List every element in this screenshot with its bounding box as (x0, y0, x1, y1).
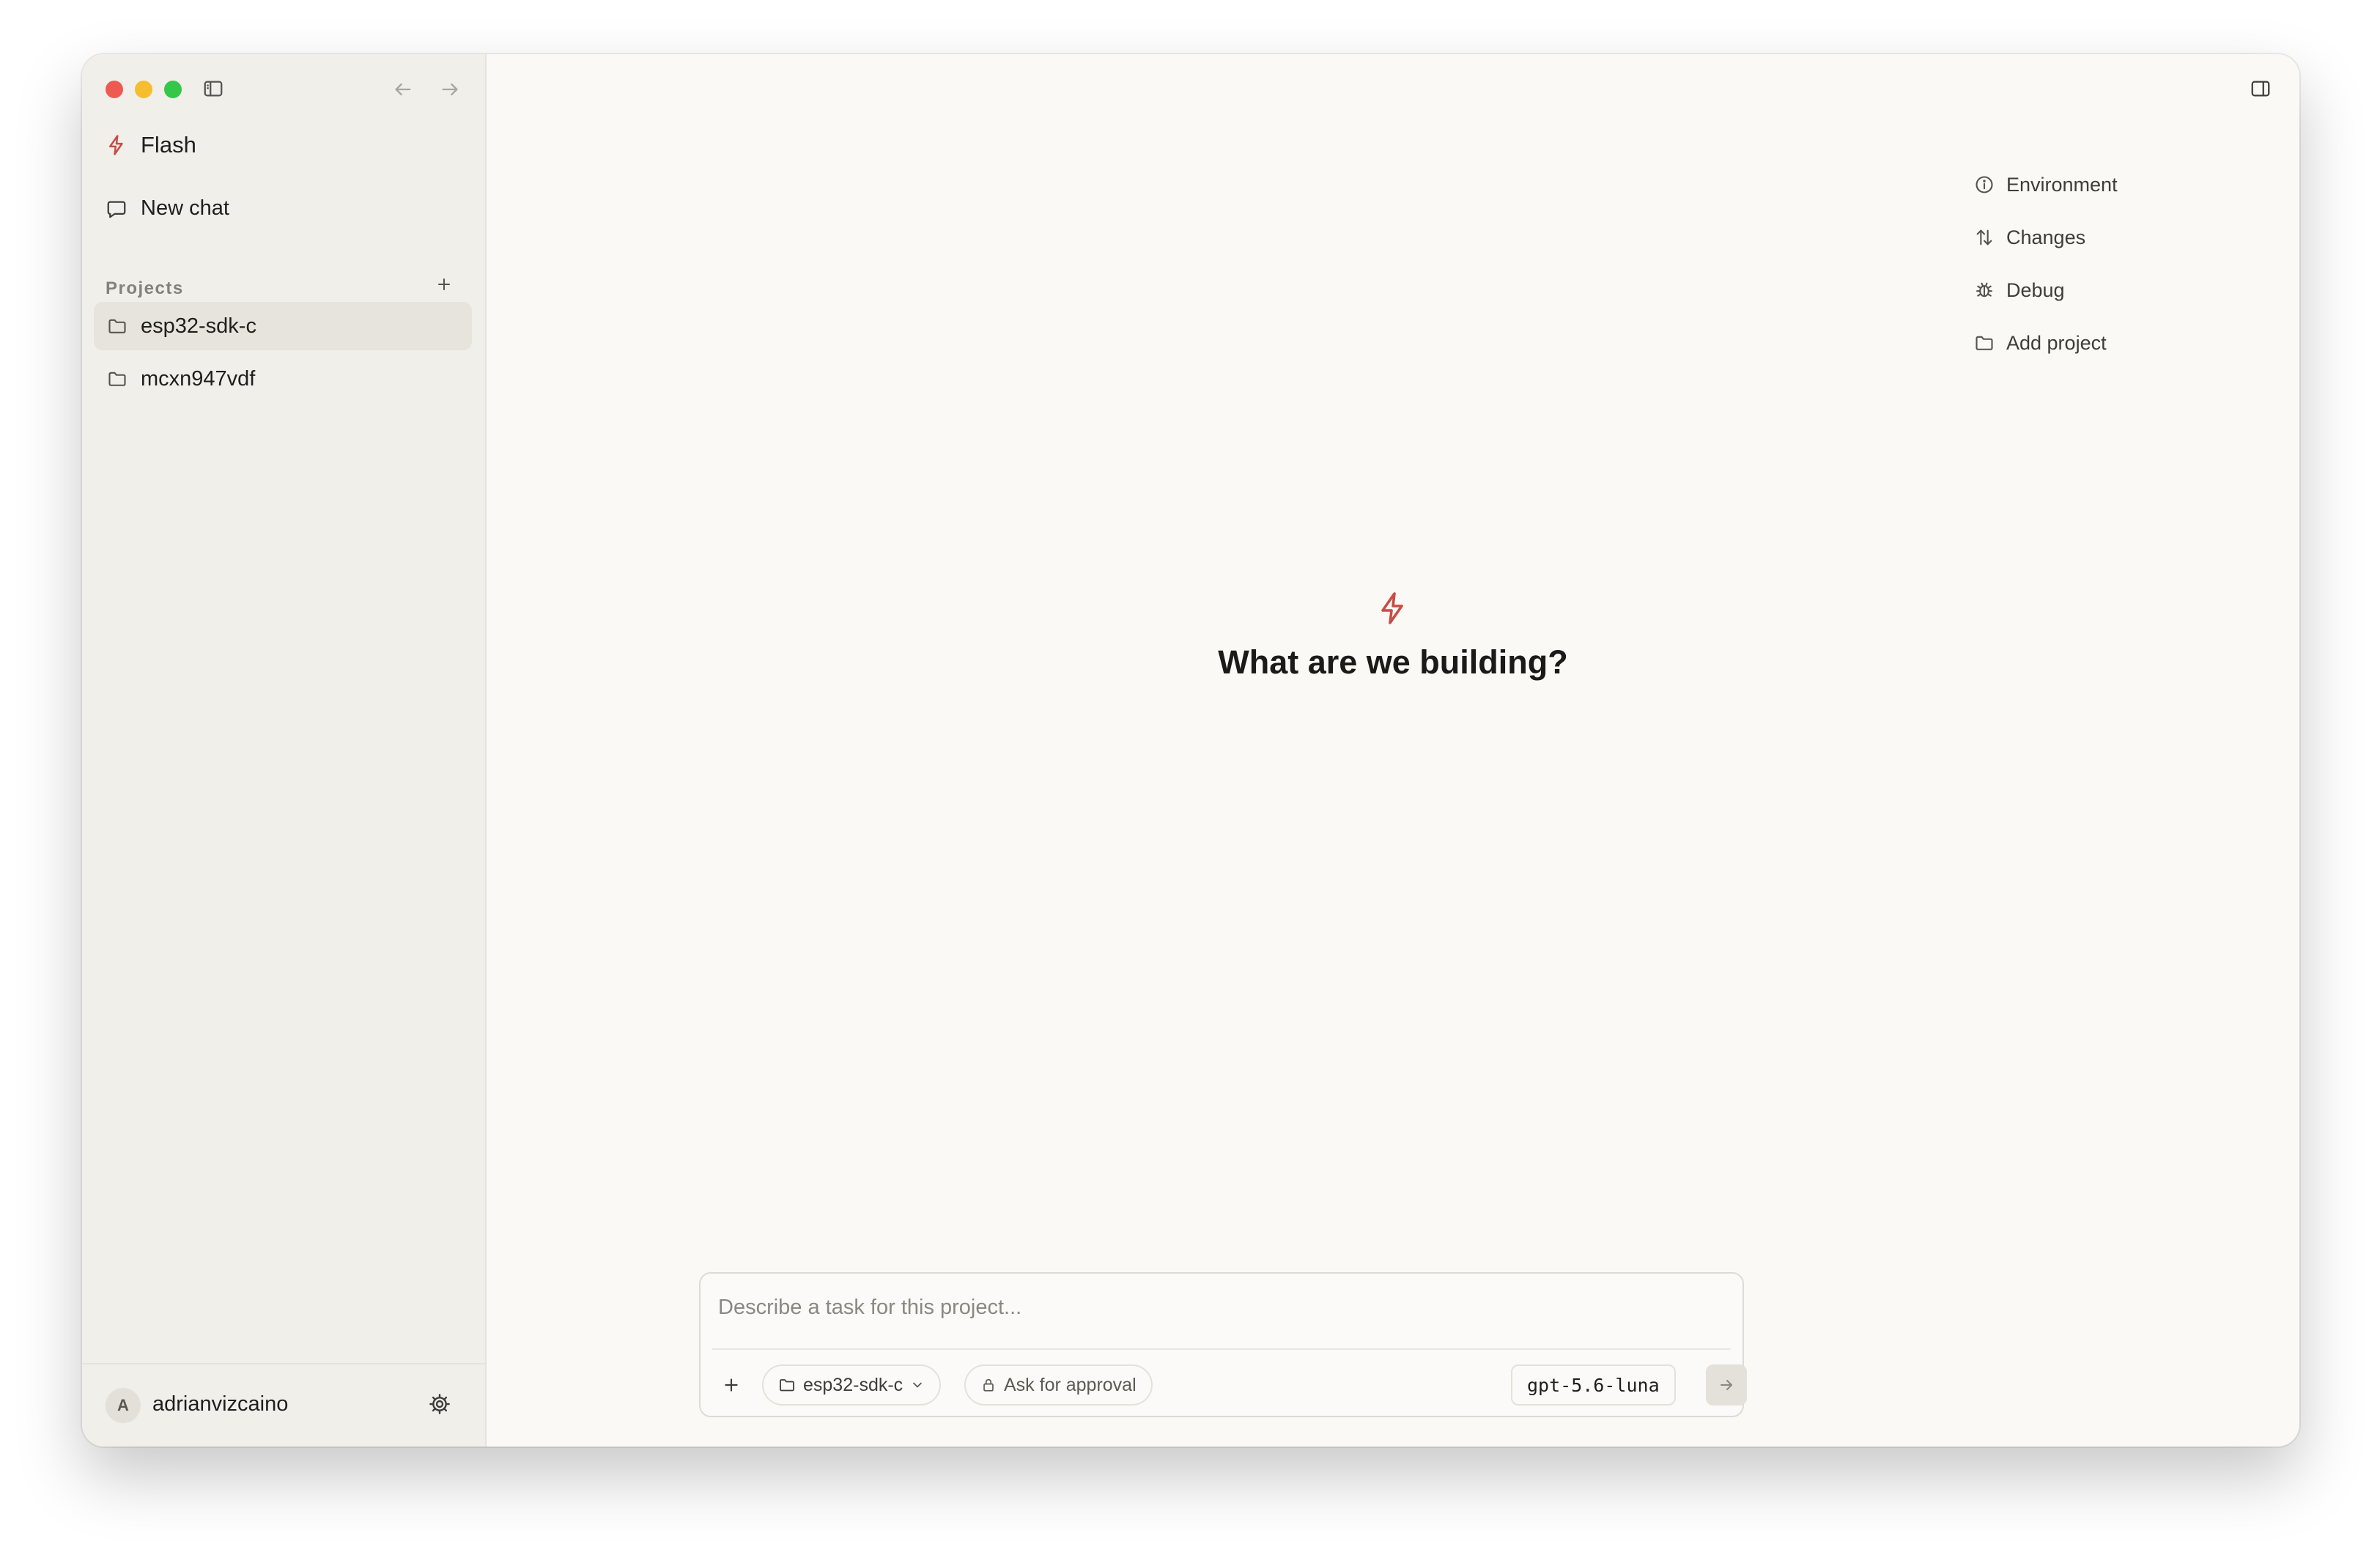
chevron-down-icon (910, 1378, 925, 1392)
changes-item[interactable]: Changes (1974, 211, 2118, 264)
sidebar-project-esp32-sdk-c[interactable]: esp32-sdk-c (94, 302, 472, 350)
page-title: What are we building? (1218, 643, 1568, 681)
app-window: Flash New chat Projects esp32-sdk-c mcxn… (82, 54, 2299, 1447)
project-select[interactable]: esp32-sdk-c (762, 1364, 942, 1406)
folder-icon (778, 1376, 796, 1394)
context-menu: Environment Changes Debug Add project (1974, 158, 2118, 369)
app-name: Flash (141, 132, 196, 158)
gear-icon[interactable] (428, 1392, 451, 1416)
info-icon (1974, 174, 1995, 195)
close-window-button[interactable] (106, 81, 123, 98)
send-button[interactable] (1706, 1364, 1747, 1406)
bug-icon (1974, 280, 1995, 300)
lightning-bolt-icon (1375, 589, 1411, 627)
folder-icon (1974, 333, 1995, 353)
chat-bubble-icon (106, 198, 128, 220)
forward-arrow-icon[interactable] (440, 79, 460, 100)
approval-label: Ask for approval (1004, 1374, 1137, 1395)
environment-label: Environment (2006, 173, 2118, 196)
username[interactable]: adrianvizcaino (152, 1392, 288, 1417)
new-chat-button[interactable]: New chat (106, 196, 229, 221)
sidebar-footer: A adrianvizcaino (82, 1363, 485, 1447)
new-chat-label: New chat (141, 196, 229, 220)
right-panel-toggle-icon[interactable] (2250, 78, 2272, 100)
hero: What are we building? (487, 589, 2299, 682)
app-brand[interactable]: Flash (106, 132, 196, 158)
composer-divider (712, 1348, 1731, 1350)
approval-mode-toggle[interactable]: Ask for approval (964, 1364, 1153, 1406)
folder-icon (107, 316, 128, 336)
changes-label: Changes (2006, 226, 2086, 248)
sidebar-toggle-icon[interactable] (202, 78, 224, 100)
project-name: mcxn947vdf (141, 366, 256, 391)
add-project-label: Add project (2006, 331, 2107, 354)
composer: esp32-sdk-c Ask for approval gpt-5.6-lun… (699, 1272, 1747, 1417)
sidebar-project-mcxn947vdf[interactable]: mcxn947vdf (94, 355, 472, 403)
lock-icon (980, 1377, 997, 1393)
add-project-item[interactable]: Add project (1974, 317, 2118, 369)
back-arrow-icon[interactable] (393, 79, 413, 100)
avatar[interactable]: A (106, 1388, 141, 1423)
model-select[interactable]: gpt-5.6-luna (1511, 1364, 1676, 1406)
zoom-window-button[interactable] (164, 81, 182, 98)
project-select-label: esp32-sdk-c (803, 1374, 903, 1395)
debug-item[interactable]: Debug (1974, 264, 2118, 317)
lightning-bolt-icon (106, 133, 128, 157)
main-area: Environment Changes Debug Add project Wh… (487, 54, 2299, 1447)
arrows-up-down-icon (1974, 227, 1995, 248)
debug-label: Debug (2006, 278, 2065, 301)
minimize-window-button[interactable] (135, 81, 152, 98)
project-name: esp32-sdk-c (141, 314, 256, 338)
arrow-right-icon (1718, 1376, 1735, 1394)
folder-icon (107, 369, 128, 389)
attach-plus-icon[interactable] (717, 1370, 746, 1400)
sidebar: Flash New chat Projects esp32-sdk-c mcxn… (82, 54, 487, 1447)
environment-item[interactable]: Environment (1974, 158, 2118, 211)
task-input[interactable] (718, 1296, 1722, 1320)
add-project-plus-icon[interactable] (435, 276, 453, 293)
projects-heading: Projects (106, 278, 184, 298)
